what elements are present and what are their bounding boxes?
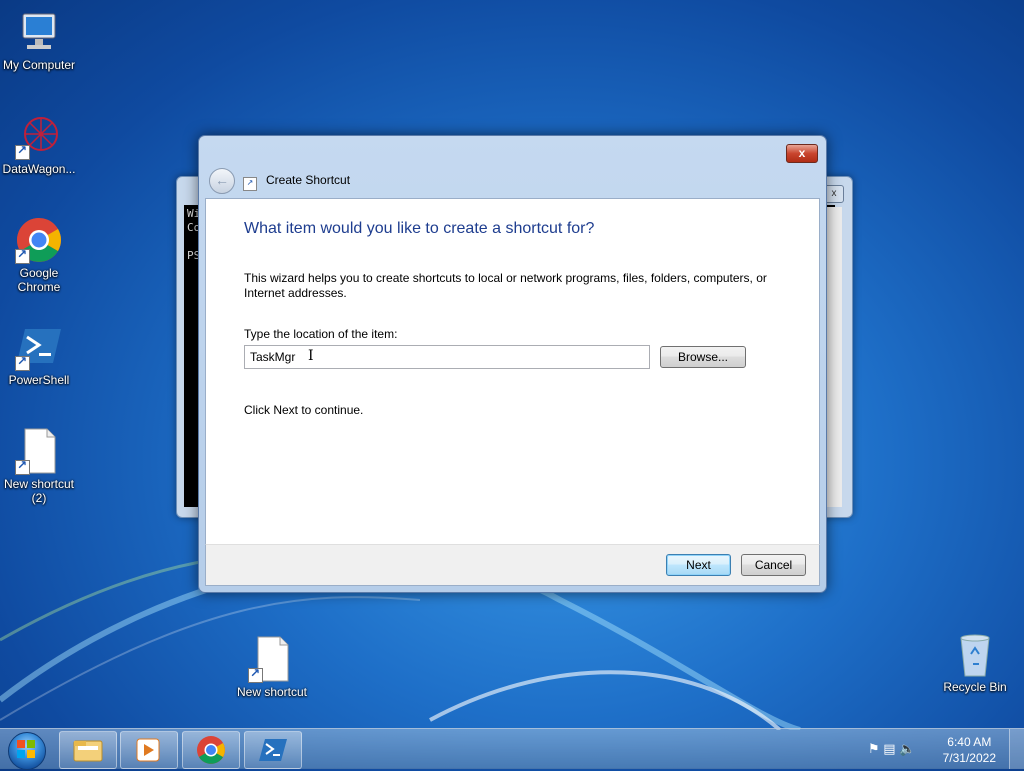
continue-text: Click Next to continue.: [244, 403, 364, 417]
wizard-footer: Next Cancel: [205, 544, 820, 586]
desktop-icon-google-chrome[interactable]: Google Chrome: [0, 216, 78, 294]
taskbar-media-player-button[interactable]: [120, 731, 178, 769]
shortcut-arrow-icon: ↗: [243, 177, 257, 191]
cancel-button[interactable]: Cancel: [741, 554, 806, 576]
computer-icon: [15, 8, 63, 56]
blank-file-icon: [248, 635, 296, 683]
close-icon[interactable]: x: [824, 185, 844, 203]
desktop-icon-my-computer[interactable]: My Computer: [0, 8, 78, 72]
shortcut-arrow-icon: [15, 458, 30, 475]
desktop-icon-new-shortcut[interactable]: New shortcut: [233, 635, 311, 699]
start-button[interactable]: [4, 730, 50, 770]
folder-icon: [73, 740, 103, 762]
shortcut-arrow-icon: [248, 666, 263, 683]
create-shortcut-dialog: x ← ↗ Create Shortcut What item would yo…: [198, 135, 827, 593]
text-cursor-icon: I: [308, 348, 314, 364]
blank-file-icon: [15, 427, 63, 475]
system-tray: ⚑ ▤ 🔈 6:40 AM 7/31/2022: [864, 729, 1024, 769]
desktop-icon-label: New shortcut: [236, 685, 308, 699]
shortcut-arrow-icon: [15, 143, 30, 160]
desktop-icon-powershell[interactable]: PowerShell: [0, 323, 78, 387]
windows-flag-icon: [17, 740, 35, 758]
desktop-icon-label: My Computer: [2, 58, 76, 72]
wizard-body: What item would you like to create a sho…: [205, 198, 820, 545]
wizard-heading: What item would you like to create a sho…: [244, 220, 595, 237]
chrome-icon: [15, 216, 63, 264]
clock-date: 7/31/2022: [942, 751, 996, 765]
taskbar: ⚑ ▤ 🔈 6:40 AM 7/31/2022: [0, 728, 1024, 770]
powershell-icon: [15, 323, 63, 371]
taskbar-explorer-button[interactable]: [59, 731, 117, 769]
media-player-icon: [136, 738, 160, 762]
shortcut-arrow-icon: [15, 247, 30, 264]
taskbar-chrome-button[interactable]: [182, 731, 240, 769]
chrome-icon: [197, 736, 225, 764]
network-icon[interactable]: ▤: [883, 741, 895, 756]
desktop-icon-new-shortcut-2[interactable]: New shortcut (2): [0, 427, 78, 505]
desktop-icon-label: Google Chrome: [17, 266, 61, 294]
clock-time: 6:40 AM: [947, 735, 992, 749]
powershell-icon: [259, 739, 287, 761]
next-button[interactable]: Next: [666, 554, 731, 576]
recycle-bin-icon: [951, 630, 999, 678]
desktop-icon-datawagon[interactable]: DataWagon...: [0, 112, 78, 176]
wizard-header: ← ↗ Create Shortcut: [205, 168, 818, 198]
desktop-icon-label: DataWagon...: [2, 162, 76, 176]
desktop-icon-label: New shortcut (2): [3, 477, 75, 505]
back-arrow-icon[interactable]: ←: [209, 168, 235, 194]
location-label: Type the location of the item:: [244, 327, 398, 341]
desktop-icon-label: Recycle Bin: [943, 680, 1007, 694]
desktop-icon-recycle-bin[interactable]: Recycle Bin: [936, 630, 1014, 694]
datawagon-icon: [15, 112, 63, 160]
volume-icon[interactable]: 🔈: [899, 741, 915, 756]
clock[interactable]: 6:40 AM 7/31/2022: [943, 734, 996, 766]
location-input[interactable]: [244, 345, 650, 369]
taskbar-powershell-button[interactable]: [244, 731, 302, 769]
console-scrollbar[interactable]: [825, 207, 842, 507]
wizard-description: This wizard helps you to create shortcut…: [244, 271, 767, 300]
shortcut-arrow-icon: [15, 354, 30, 371]
show-desktop-button[interactable]: [1009, 729, 1024, 769]
action-center-flag-icon[interactable]: ⚑: [868, 741, 880, 756]
browse-button[interactable]: Browse...: [660, 346, 746, 368]
desktop-icon-label: PowerShell: [8, 373, 70, 387]
close-button[interactable]: x: [786, 144, 818, 163]
dialog-title: Create Shortcut: [266, 173, 351, 187]
